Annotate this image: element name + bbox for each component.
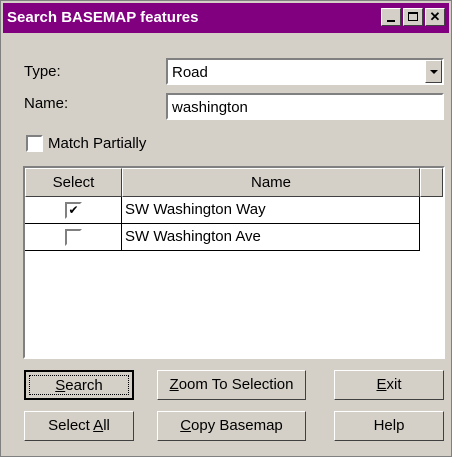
exit-button-access-key: E — [376, 376, 387, 393]
table-row-name-cell[interactable]: SW Washington Ave — [122, 224, 420, 251]
title-bar: Search BASEMAP features ✕ — [3, 3, 449, 33]
check-icon: ✔ — [68, 203, 79, 217]
select-all-button-access-key: A — [93, 417, 104, 434]
zoom-to-selection-button[interactable]: Zoom To Selection — [157, 370, 306, 400]
minimize-button[interactable] — [381, 8, 401, 26]
select-all-button-label: ll — [103, 417, 110, 434]
name-input-value: washington — [172, 99, 248, 116]
zoom-button-label: oom To Selection — [178, 376, 294, 393]
search-dialog: Search BASEMAP features ✕ Type: Road Nam… — [0, 0, 452, 457]
table-row-name-cell[interactable]: SW Washington Way — [122, 197, 420, 224]
name-label: Name: — [24, 95, 69, 112]
row-select-checkbox[interactable] — [65, 229, 82, 246]
row-select-checkbox[interactable]: ✔ — [65, 202, 82, 219]
exit-button[interactable]: Exit — [334, 370, 444, 400]
exit-button-label: xit — [386, 376, 402, 393]
chevron-down-icon[interactable] — [425, 60, 442, 83]
table-row-select-cell[interactable] — [25, 224, 122, 251]
copy-basemap-button-label: opy Basemap — [191, 417, 283, 434]
search-button[interactable]: Search — [24, 370, 134, 400]
column-header-select[interactable]: Select — [25, 168, 122, 197]
help-button[interactable]: Help — [334, 411, 444, 441]
match-partially-label: Match Partially — [48, 135, 147, 152]
type-label: Type: — [24, 63, 61, 80]
column-header-name[interactable]: Name — [122, 168, 420, 197]
window-title: Search BASEMAP features — [7, 9, 199, 26]
close-icon: ✕ — [429, 9, 441, 24]
help-button-label: Help — [373, 417, 405, 434]
copy-basemap-button-access-key: C — [180, 417, 192, 434]
results-grid[interactable]: Select Name ✔ SW Washington Way SW Washi… — [23, 166, 445, 359]
zoom-button-access-key: Z — [169, 376, 179, 393]
copy-basemap-button[interactable]: Copy Basemap — [157, 411, 306, 441]
focus-ring — [29, 375, 129, 395]
select-all-button[interactable]: Select All — [24, 411, 134, 441]
table-row-select-cell[interactable]: ✔ — [25, 197, 122, 224]
close-button[interactable]: ✕ — [425, 8, 445, 26]
name-input[interactable]: washington — [166, 93, 444, 120]
type-combobox-value: Road — [172, 64, 208, 81]
maximize-button[interactable] — [403, 8, 423, 26]
header-filler — [420, 168, 443, 197]
type-combobox[interactable]: Road — [166, 58, 444, 85]
match-partially-checkbox[interactable] — [26, 135, 43, 152]
select-all-button-prefix: Select — [48, 417, 94, 434]
